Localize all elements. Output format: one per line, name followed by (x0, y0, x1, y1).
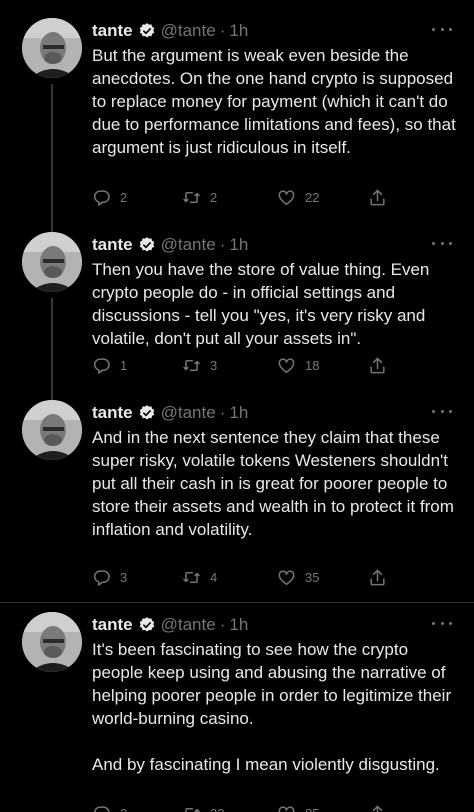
retweet-button[interactable]: 22 (182, 802, 224, 812)
share-button[interactable] (368, 566, 396, 588)
display-name[interactable]: tante (92, 403, 133, 423)
verified-badge-icon (138, 616, 156, 634)
display-name[interactable]: tante (92, 235, 133, 255)
user-handle[interactable]: @tante (161, 403, 216, 423)
tweet[interactable]: tante @tante · 1h It's been fascinating … (0, 612, 474, 812)
timestamp[interactable]: 1h (229, 21, 248, 41)
tweet-text: Then you have the store of value thing. … (92, 260, 430, 348)
share-icon (370, 569, 385, 585)
heart-icon (278, 805, 295, 812)
more-dots-icon[interactable] (432, 616, 452, 630)
tweet-text: And in the next sentence they claim that… (92, 428, 454, 539)
tweet[interactable]: tante @tante · 1h And in the next senten… (0, 400, 474, 594)
share-icon (372, 805, 383, 812)
avatar[interactable] (22, 18, 82, 78)
tweet-actions: 1 3 18 (92, 354, 462, 376)
like-button[interactable]: 22 (277, 186, 319, 208)
share-button[interactable] (368, 354, 396, 376)
like-button[interactable]: 35 (277, 566, 319, 588)
reply-count: 3 (120, 569, 128, 585)
tweet-header: tante @tante · 1h (92, 614, 248, 636)
like-button[interactable]: 18 (277, 354, 319, 376)
timestamp[interactable]: 1h (229, 403, 248, 423)
reply-count: 2 (120, 189, 128, 205)
separator-dot: · (219, 235, 226, 254)
share-button[interactable] (368, 802, 396, 812)
timestamp[interactable]: 1h (229, 235, 248, 255)
reply-icon (93, 805, 110, 812)
verified-badge-icon (138, 236, 156, 254)
tweet-header: tante @tante · 1h (92, 20, 248, 42)
user-handle[interactable]: @tante (161, 235, 216, 255)
retweet-icon (183, 359, 200, 371)
retweet-button[interactable]: 2 (182, 186, 217, 208)
share-icon (370, 357, 385, 373)
retweet-icon (183, 191, 200, 203)
more-dots-icon[interactable] (432, 22, 452, 36)
reply-button[interactable]: 3 (92, 566, 127, 588)
retweet-icon (183, 571, 200, 583)
reply-button[interactable]: 2 (92, 802, 127, 812)
like-count: 22 (305, 189, 320, 205)
reply-icon (93, 569, 110, 586)
heart-icon (278, 569, 295, 585)
avatar[interactable] (22, 232, 82, 292)
tweet-actions: 2 22 85 (92, 802, 462, 812)
tweet[interactable]: tante @tante · 1h Then you have the stor… (0, 232, 474, 400)
display-name[interactable]: tante (92, 21, 133, 41)
reply-icon (93, 357, 110, 374)
tweet-text: It's been fascinating to see how the cry… (92, 640, 452, 774)
like-count: 85 (305, 806, 319, 812)
retweet-count: 4 (210, 569, 218, 585)
verified-badge-icon (138, 404, 156, 422)
tweet-header: tante @tante · 1h (92, 234, 248, 256)
separator-dot: · (219, 21, 226, 40)
tweet-divider (0, 602, 474, 603)
like-button[interactable]: 85 (277, 802, 319, 812)
tweet-header: tante @tante · 1h (92, 402, 248, 424)
thread-line (51, 84, 53, 234)
retweet-button[interactable]: 4 (182, 566, 217, 588)
thread-line (51, 298, 53, 400)
verified-badge-icon (138, 22, 156, 40)
heart-icon (278, 357, 295, 373)
more-dots-icon[interactable] (432, 404, 452, 418)
share-button[interactable] (368, 186, 396, 208)
reply-icon (93, 189, 110, 206)
avatar[interactable] (22, 612, 82, 672)
share-icon (370, 189, 385, 205)
reply-button[interactable]: 1 (92, 354, 127, 376)
more-dots-icon[interactable] (432, 236, 452, 250)
tweet-text: But the argument is weak even beside the… (92, 46, 456, 157)
separator-dot: · (219, 403, 226, 422)
tweet-feed: tante @tante · 1h But the argument is we… (0, 0, 474, 812)
user-handle[interactable]: @tante (161, 21, 216, 41)
heart-icon (278, 189, 295, 205)
retweet-count: 2 (210, 189, 218, 205)
like-count: 35 (305, 569, 320, 585)
retweet-icon (185, 807, 200, 812)
display-name[interactable]: tante (92, 615, 133, 635)
retweet-count: 3 (210, 357, 218, 373)
avatar[interactable] (22, 400, 82, 460)
tweet-actions: 2 2 22 (92, 186, 462, 208)
separator-dot: · (219, 615, 226, 634)
reply-count: 1 (120, 357, 128, 373)
timestamp[interactable]: 1h (229, 615, 248, 635)
tweet[interactable]: tante @tante · 1h But the argument is we… (0, 18, 474, 234)
tweet-actions: 3 4 35 (92, 566, 462, 588)
user-handle[interactable]: @tante (161, 615, 216, 635)
like-count: 18 (305, 357, 320, 373)
retweet-button[interactable]: 3 (182, 354, 217, 376)
retweet-count: 22 (210, 806, 224, 812)
reply-count: 2 (120, 806, 127, 812)
reply-button[interactable]: 2 (92, 186, 127, 208)
